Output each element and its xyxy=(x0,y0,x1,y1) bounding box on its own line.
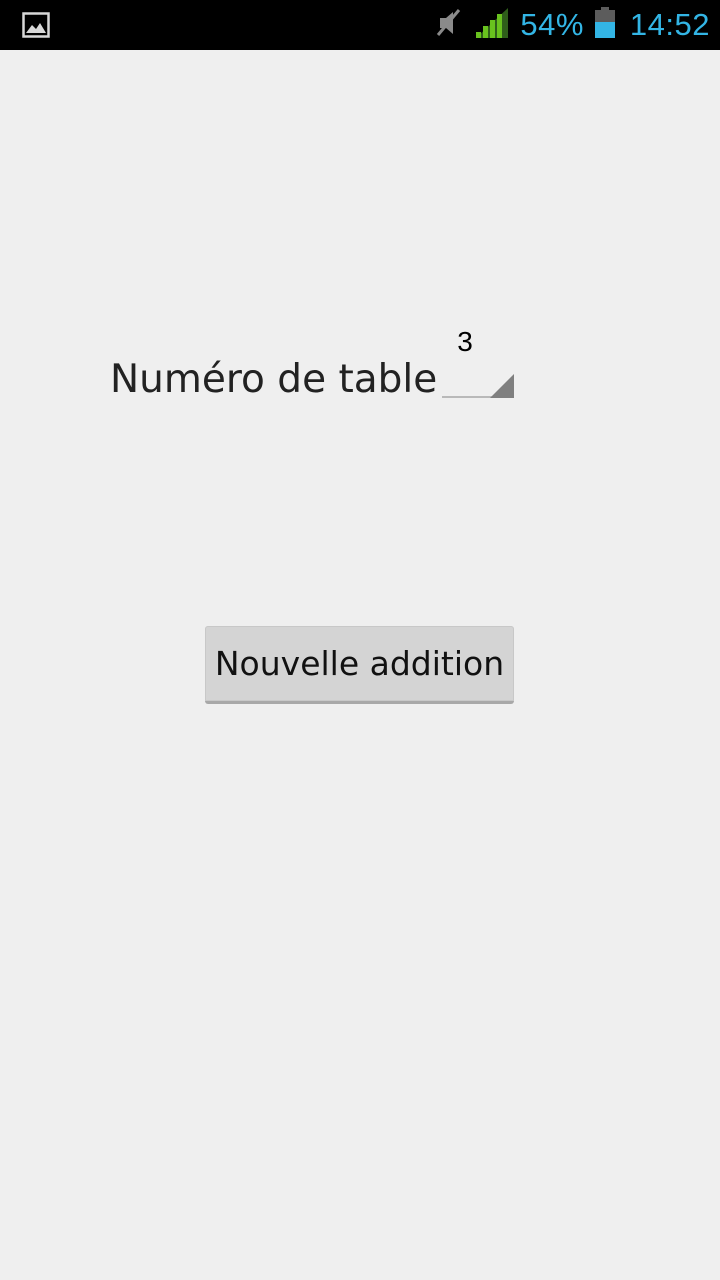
muted-speaker-icon xyxy=(434,7,464,43)
dropdown-triangle-icon xyxy=(490,374,514,398)
status-indicators: 54% 14:52 xyxy=(434,0,710,50)
clock: 14:52 xyxy=(629,7,710,42)
new-bill-button[interactable]: Nouvelle addition xyxy=(205,626,514,704)
table-number-label: Numéro de table xyxy=(110,357,438,402)
app-screen: 54% 14:52 Numéro de table 3 Nouvelle add… xyxy=(0,0,720,1280)
table-number-spinner[interactable]: 3 xyxy=(440,320,516,400)
status-bar: 54% 14:52 xyxy=(0,0,720,50)
signal-bars-icon xyxy=(474,6,510,44)
table-number-value: 3 xyxy=(457,326,473,357)
battery-icon xyxy=(594,7,616,43)
battery-percent: 54% xyxy=(520,7,584,42)
image-notification-icon xyxy=(22,12,50,38)
